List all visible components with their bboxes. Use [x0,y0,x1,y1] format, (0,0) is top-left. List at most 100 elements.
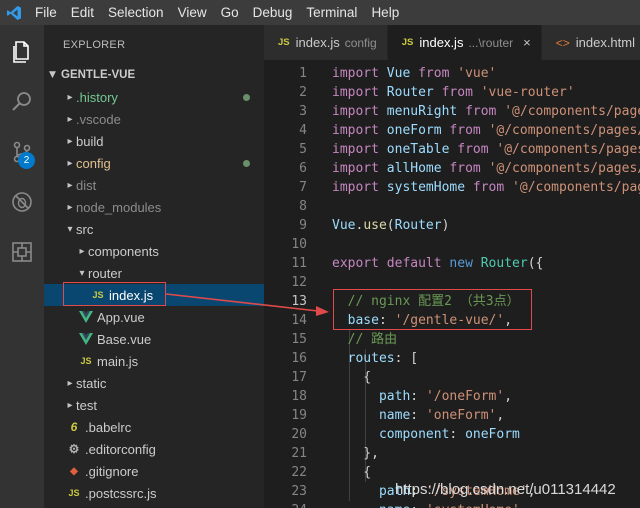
menu-terminal[interactable]: Terminal [299,0,364,25]
tree-item-label: .gitignore [85,463,139,479]
tab-router-index-js[interactable]: JS index.js ...\router × [387,25,542,60]
chevron-right-icon: ▸ [67,113,73,125]
line-number: 15 [291,332,307,347]
tab-bar: JS index.js config JS index.js ...\router × <> i… [264,25,640,60]
tree-item-Base-vue[interactable]: Base.vue [44,328,264,350]
tree-item-src[interactable]: ▾ src [44,218,264,240]
menu-debug[interactable]: Debug [246,0,300,25]
tree-item-label: build [76,133,104,149]
menu-help[interactable]: Help [364,0,406,25]
tree-item-components[interactable]: ▸ components [44,240,264,262]
javascript-file-icon: JS [401,37,414,48]
tree-item-test[interactable]: ▸ test [44,394,264,416]
code-line: 1 import Vue from 'vue' [264,64,640,83]
tree-item-label: .postcssrc.js [85,485,157,501]
tree-item-node_modules[interactable]: ▸ node_modules [44,196,264,218]
chevron-right-icon: ▸ [79,245,85,257]
chevron-right-icon: ▸ [67,157,73,169]
babel-file-icon: 6 [70,420,78,434]
tree-item-dot-gitignore[interactable]: ◆ .gitignore [44,460,264,482]
code-line: 10 [264,235,640,254]
annotation-box-file [63,282,166,306]
gear-icon: ⚙ [68,442,80,456]
code-text: { [332,370,372,385]
tree-item-build[interactable]: ▸ build [44,130,264,152]
tree-item-dot-history[interactable]: ▸ .history [44,86,264,108]
html-file-icon: <> [555,35,570,50]
close-icon[interactable]: × [523,35,531,50]
javascript-file-icon: JS [68,488,80,498]
code-text: import Router from 'vue-router' [332,85,575,100]
code-text: routes: [ [347,351,419,366]
extensions-icon[interactable] [0,232,44,272]
line-number: 24 [264,501,307,508]
menu-file[interactable]: File [28,0,64,25]
chevron-down-icon: ▾ [67,223,73,235]
code-text: import systemHome from '@/components/pag [332,180,640,195]
vscode-logo-icon [0,0,28,25]
javascript-file-icon: JS [278,37,290,48]
chevron-right-icon: ▸ [67,399,73,411]
line-number: 4 [299,123,307,138]
tree-item-static[interactable]: ▸ static [44,372,264,394]
code-line: 2 import Router from 'vue-router' [264,83,640,102]
tree-item-router[interactable]: ▾ router [44,262,264,284]
git-file-icon: ◆ [70,465,78,477]
line-number: 6 [299,161,307,176]
code-text: import menuRight from '@/components/page… [332,104,640,119]
tree-item-dot-postcssrc-js[interactable]: JS .postcssrc.js [44,482,264,504]
chevron-right-icon: ▸ [67,179,73,191]
tree-item-dist[interactable]: ▸ dist [44,174,264,196]
code-text: }, [332,446,379,461]
code-line: 16 routes: [ [264,349,640,368]
code-text: import Vue from 'vue' [332,66,497,81]
code-line: 8 [264,197,640,216]
tree-item-dot-babelrc[interactable]: 6 .babelrc [44,416,264,438]
tree-item-label: dist [76,177,97,193]
line-number: 9 [299,218,307,233]
explorer-title: EXPLORER [63,39,126,51]
code-line: 24 name: 'systemHome', [264,501,640,508]
line-number: 1 [299,66,307,81]
code-text: export default new Router({ [332,256,544,271]
line-number: 20 [291,427,307,442]
tree-item-label: config [76,155,111,171]
code-line: 6 import allHome from '@/components/pages… [264,159,640,178]
explorer-files-icon[interactable] [0,32,44,72]
line-number: 19 [291,408,307,423]
menu-edit[interactable]: Edit [64,0,101,25]
code-line: 5 import oneTable from '@/components/page… [264,140,640,159]
menu-view[interactable]: View [171,0,214,25]
code-editor[interactable]: 1 import Vue from 'vue' 2 import Router fro… [264,60,640,508]
tree-item-label: .vscode [76,111,121,127]
code-line: 9 Vue.use(Router) [264,216,640,235]
line-number: 5 [299,142,307,157]
tree-item-label: static [76,375,107,391]
tree-item-label: Base.vue [97,331,152,347]
explorer-sidebar: EXPLORER ▼ GENTLE-VUE ▸ .history ▸ .vscode ▸… [44,25,264,508]
code-text: name: 'oneForm', [378,408,505,423]
vue-file-icon [78,309,94,325]
tree-item-config[interactable]: ▸ config [44,152,264,174]
tree-item-label: test [76,397,97,413]
chevron-right-icon: ▸ [67,135,73,147]
watermark: https://blog.csdn.net/u011314442 [395,481,616,498]
code-text: Vue.use(Router) [332,218,450,233]
code-text: // 路由 [347,332,398,347]
line-number: 18 [291,389,307,404]
search-icon[interactable] [0,82,44,122]
tab-config-index-js[interactable]: JS index.js config [264,25,388,60]
menu-go[interactable]: Go [214,0,246,25]
debug-icon[interactable] [0,182,44,222]
tab-index-html[interactable]: <> index.html [541,25,640,60]
tree-item-App-vue[interactable]: App.vue [44,306,264,328]
project-header[interactable]: ▼ GENTLE-VUE [44,64,264,86]
tree-item-main-js[interactable]: JS main.js [44,350,264,372]
project-name: GENTLE-VUE [61,69,136,81]
modified-dot-icon [243,160,250,167]
line-number: 12 [291,275,307,290]
menu-selection[interactable]: Selection [101,0,171,25]
tree-item-dot-vscode[interactable]: ▸ .vscode [44,108,264,130]
tree-item-dot-editorconfig[interactable]: ⚙ .editorconfig [44,438,264,460]
code-text: import oneTable from '@/components/pages [332,142,640,157]
